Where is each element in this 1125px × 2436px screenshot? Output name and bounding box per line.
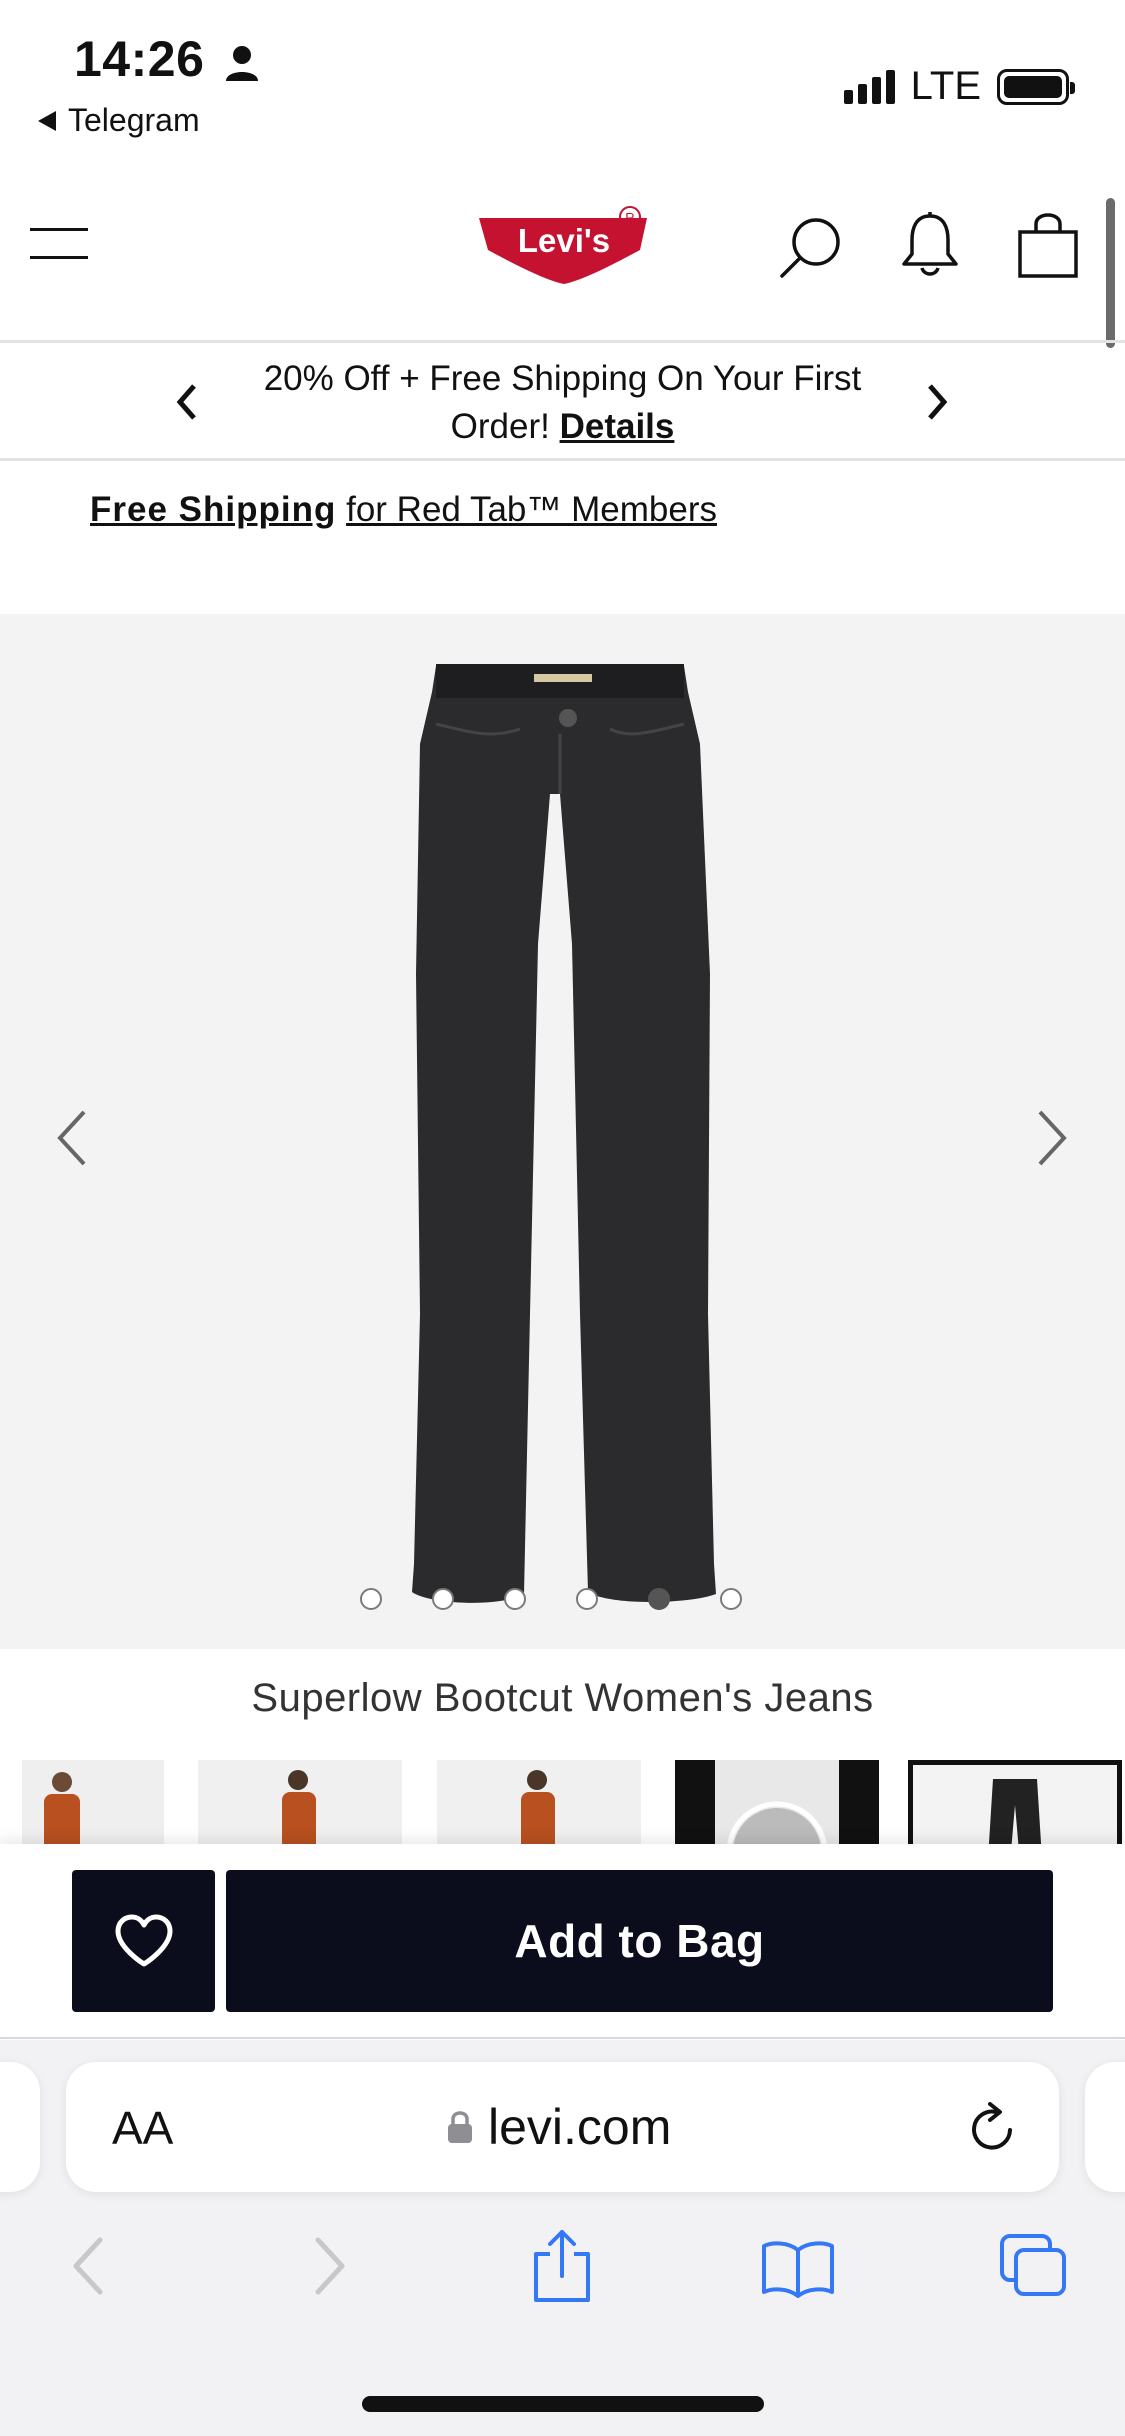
- promo-details-link[interactable]: Details: [560, 407, 675, 446]
- reload-icon[interactable]: [966, 2100, 1020, 2156]
- previous-tab-peek[interactable]: [0, 2062, 40, 2192]
- search-icon[interactable]: [778, 214, 844, 280]
- bell-icon[interactable]: [900, 210, 960, 280]
- promo-prev-icon[interactable]: [172, 382, 202, 422]
- carousel-next-icon[interactable]: [1032, 1108, 1072, 1168]
- svg-text:R: R: [625, 210, 634, 225]
- home-indicator[interactable]: [362, 2396, 764, 2412]
- thumbnail-selected[interactable]: [908, 1760, 1122, 1844]
- free-shipping-link[interactable]: Free Shipping for Red Tab™ Members: [90, 490, 717, 530]
- thumbnail-strip: [0, 1760, 1125, 1844]
- heart-icon: [115, 1914, 172, 1967]
- model-thumbnail-image: [437, 1760, 641, 1844]
- model-thumbnail-image: [22, 1760, 164, 1844]
- carousel-dot[interactable]: [432, 1588, 454, 1610]
- product-title: Superlow Bootcut Women's Jeans: [251, 1676, 874, 1720]
- carousel-dots: [360, 1588, 742, 1610]
- network-label: LTE: [910, 64, 981, 108]
- carousel-dot[interactable]: [720, 1588, 742, 1610]
- thumbnail[interactable]: [437, 1760, 641, 1844]
- back-triangle-icon: [38, 110, 56, 131]
- status-time: 14:26: [74, 30, 261, 88]
- status-indicators: LTE: [843, 64, 1075, 109]
- carousel-dot[interactable]: [576, 1588, 598, 1610]
- add-to-bag-button[interactable]: Add to Bag: [226, 1870, 1053, 2012]
- person-icon: [225, 45, 258, 81]
- signal-icon: [843, 69, 895, 104]
- video-thumbnail-image: [675, 1760, 879, 1844]
- battery-icon: [997, 68, 1075, 105]
- wishlist-button[interactable]: [72, 1870, 215, 2012]
- carousel-prev-icon[interactable]: [52, 1108, 92, 1168]
- product-image-carousel[interactable]: [0, 614, 1125, 1649]
- thumbnail[interactable]: [198, 1760, 402, 1844]
- brand-logo[interactable]: R Levi's: [475, 206, 653, 286]
- carousel-dot[interactable]: [360, 1588, 382, 1610]
- menu-icon[interactable]: [28, 222, 92, 266]
- carousel-dot[interactable]: [504, 1588, 526, 1610]
- jeans-image: [412, 664, 716, 1603]
- back-icon[interactable]: [68, 2236, 108, 2296]
- url-display[interactable]: levi.com: [446, 2098, 671, 2156]
- next-tab-peek[interactable]: [1085, 2062, 1125, 2192]
- svg-text:Levi's: Levi's: [518, 222, 610, 259]
- promo-divider: [0, 458, 1125, 461]
- promo-banner: 20% Off + Free Shipping On Your First Or…: [263, 359, 862, 446]
- levis-logo-icon: R Levi's: [479, 206, 647, 284]
- bookmarks-icon[interactable]: [760, 2238, 836, 2298]
- thumbnail[interactable]: [22, 1760, 164, 1844]
- promo-next-icon[interactable]: [922, 382, 952, 422]
- forward-icon[interactable]: [310, 2236, 350, 2296]
- bag-icon[interactable]: [1016, 208, 1080, 280]
- reader-settings-button[interactable]: AA: [112, 2101, 173, 2155]
- share-icon[interactable]: [530, 2228, 594, 2304]
- carousel-dot-active[interactable]: [648, 1588, 670, 1610]
- tabs-icon[interactable]: [998, 2232, 1070, 2300]
- page-scrollbar[interactable]: [1106, 198, 1115, 348]
- jeans-thumbnail-image: [988, 1779, 1042, 1844]
- header-divider: [0, 340, 1125, 343]
- model-thumbnail-image: [198, 1760, 402, 1844]
- lock-icon: [448, 2111, 472, 2143]
- back-to-app[interactable]: Telegram: [38, 102, 200, 139]
- thumbnail[interactable]: [675, 1760, 879, 1844]
